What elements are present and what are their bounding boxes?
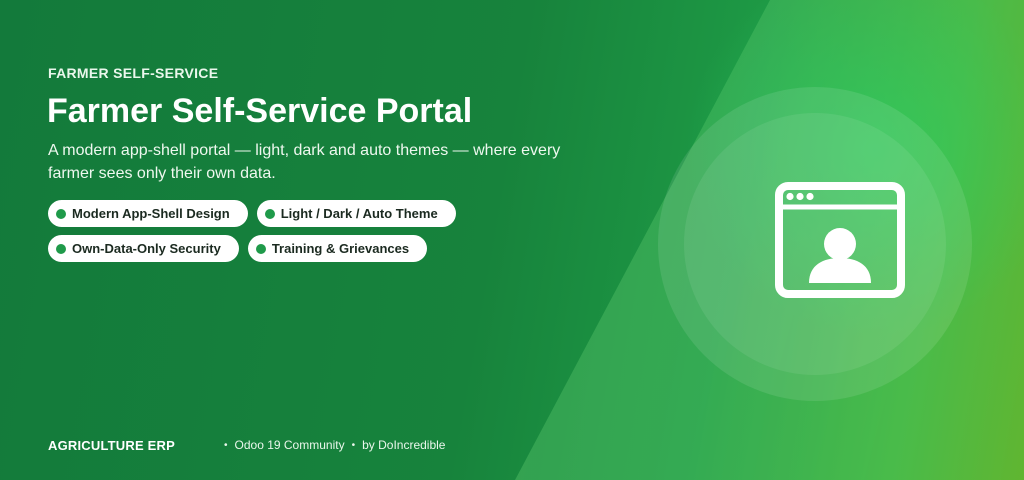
footer-platform: Odoo 19 Community [234, 438, 345, 452]
feature-pill-row: Own-Data-Only Security Training & Grieva… [48, 235, 488, 262]
feature-pill-label: Light / Dark / Auto Theme [280, 206, 438, 221]
hero-banner: FARMER SELF-SERVICE Farmer Self-Service … [0, 0, 1024, 480]
footer-meta: • Odoo 19 Community • by DoIncredible [224, 438, 445, 452]
feature-pill-row: Modern App-Shell Design Light / Dark / A… [48, 200, 488, 227]
feature-pill-label: Training & Grievances [271, 241, 410, 256]
pill-dot-icon [56, 208, 66, 219]
footer-author: by DoIncredible [362, 438, 446, 452]
footer-brand: AGRICULTURE ERP [48, 438, 175, 453]
eyebrow-label: FARMER SELF-SERVICE [48, 65, 219, 81]
page-subtitle: A modern app-shell portal — light, dark … [48, 142, 561, 182]
footer-bullet: • [224, 439, 228, 451]
feature-pill-label: Modern App-Shell Design [72, 206, 230, 221]
pill-dot-icon [56, 243, 66, 254]
feature-pill: Modern App-Shell Design [48, 200, 248, 227]
pill-dot-icon [255, 243, 266, 254]
feature-pill: Own-Data-Only Security [48, 235, 239, 262]
pill-dot-icon [264, 208, 275, 219]
feature-pill: Training & Grievances [247, 235, 428, 262]
feature-pill-label: Own-Data-Only Security [72, 241, 221, 256]
footer-separator: • [351, 439, 356, 451]
portal-window-user-icon [775, 182, 905, 298]
feature-pill-list: Modern App-Shell Design Light / Dark / A… [48, 200, 488, 270]
feature-pill: Light / Dark / Auto Theme [256, 200, 456, 227]
page-title: Farmer Self-Service Portal [47, 92, 473, 130]
